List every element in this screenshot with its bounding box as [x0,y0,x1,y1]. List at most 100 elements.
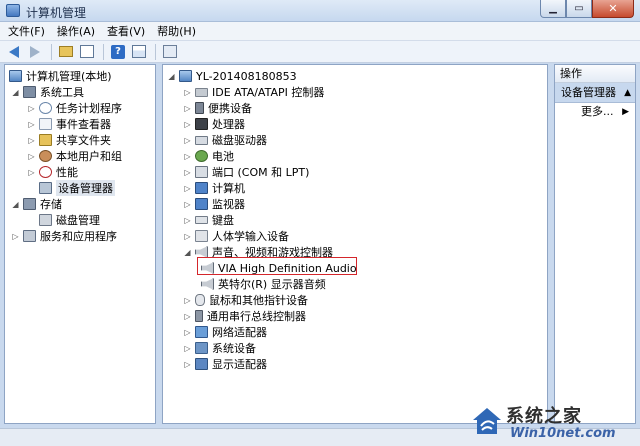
device-category[interactable]: ▷ 通用串行总线控制器 [183,308,306,324]
menu-action[interactable]: 操作(A) [57,23,95,39]
more-actions[interactable]: 更多... ▶ [555,103,635,121]
device-category[interactable]: ▷ 人体学输入设备 [183,228,289,244]
device-category-label: 便携设备 [208,102,252,115]
toolbar-separator [155,43,156,60]
tree-shared-folders[interactable]: ▷ 共享文件夹 [27,132,111,148]
device-category-label: 显示适配器 [212,358,267,371]
device-category[interactable]: ▷ 便携设备 [183,100,252,116]
device-category-label: 键盘 [212,214,234,227]
battery-icon [195,150,208,162]
help-button[interactable]: ? [110,44,126,60]
actions-pane: 操作 设备管理器 ▲ 更多... ▶ [554,64,636,424]
device-category[interactable]: ▷ 端口 (COM 和 LPT) [183,164,309,180]
tree-device-manager[interactable]: 设备管理器 [39,180,115,196]
expand-chevron-icon[interactable]: ▷ [11,232,20,241]
expand-chevron-icon[interactable]: ▷ [183,120,192,129]
computer-icon [179,70,192,82]
expand-chevron-icon[interactable]: ▷ [183,232,192,241]
expand-chevron-icon[interactable]: ▷ [183,184,192,193]
toolbar-separator [51,43,52,60]
expand-chevron-icon[interactable]: ▷ [27,120,36,129]
scan-hardware-button[interactable] [162,44,178,60]
expand-chevron-icon[interactable]: ▷ [27,136,36,145]
expand-chevron-icon[interactable]: ▷ [183,328,192,337]
tree-item-label: 磁盘管理 [56,214,100,227]
actions-section[interactable]: 设备管理器 ▲ [555,83,635,103]
tree-event-viewer[interactable]: ▷ 事件查看器 [27,116,111,132]
collapse-caret-icon[interactable]: ▲ [624,83,631,103]
expand-chevron-icon[interactable]: ▷ [183,360,192,369]
tree-local-users[interactable]: ▷ 本地用户和组 [27,148,122,164]
expand-chevron-icon[interactable]: ▷ [183,88,192,97]
device-category[interactable]: ▷ 鼠标和其他指针设备 [183,292,308,308]
tree-performance[interactable]: ▷ 性能 [27,164,78,180]
mouse-icon [195,294,205,306]
expand-chevron-icon[interactable]: ▷ [27,104,36,113]
collapse-chevron-icon[interactable]: ◢ [167,72,176,81]
display-adapter-icon [195,358,208,370]
device-category[interactable]: ▷ 处理器 [183,116,245,132]
event-log-icon [39,118,52,130]
expand-chevron-icon[interactable]: ▷ [183,312,192,321]
expand-chevron-icon[interactable]: ▷ [183,136,192,145]
forward-button[interactable] [27,44,43,60]
actions-section-label: 设备管理器 [561,86,616,99]
back-button[interactable] [6,44,22,60]
expand-chevron-icon[interactable]: ▷ [183,104,192,113]
tree-root[interactable]: 计算机管理(本地) [9,68,112,84]
device-category[interactable]: ▷ IDE ATA/ATAPI 控制器 [183,84,324,100]
more-actions-label: 更多... [581,105,614,118]
watermark-url: Win10net.com [510,426,616,441]
device-category[interactable]: ▷ 键盘 [183,212,234,228]
tree-storage[interactable]: ◢ 存储 [11,196,62,212]
device-category[interactable]: ▷ 显示适配器 [183,356,267,372]
expand-chevron-icon[interactable]: ▷ [183,216,192,225]
expand-chevron-icon[interactable]: ▷ [183,200,192,209]
show-hide-tree-button[interactable] [79,44,95,60]
menu-view[interactable]: 查看(V) [107,23,145,39]
maximize-button[interactable]: ▭ [566,0,592,18]
performance-icon [39,166,52,178]
computer-management-icon [9,70,22,82]
minimize-button[interactable]: ▁ [540,0,566,18]
device-category[interactable]: ▷ 系统设备 [183,340,256,356]
tree-disk-management[interactable]: 磁盘管理 [39,212,100,228]
expand-chevron-icon[interactable]: ▷ [183,344,192,353]
up-folder-button[interactable] [58,44,74,60]
menu-help[interactable]: 帮助(H) [157,23,196,39]
window-controls: ▁ ▭ ✕ [540,0,634,18]
expand-chevron-icon[interactable]: ▷ [183,168,192,177]
collapse-chevron-icon[interactable]: ◢ [11,200,20,209]
toolbar-separator [103,43,104,60]
device-intel-display-audio[interactable]: 英特尔(R) 显示器音频 [201,276,326,292]
console-tree-pane: 计算机管理(本地) ◢ 系统工具 ▷ 任务计划程序 ▷ 事件查看器 ▷ 共享文件… [4,64,156,424]
tree-item-label: 设备管理器 [56,180,115,196]
expand-chevron-icon[interactable]: ▷ [27,152,36,161]
expand-chevron-icon[interactable]: ▷ [183,152,192,161]
device-manager-icon [39,182,52,194]
tree-task-scheduler[interactable]: ▷ 任务计划程序 [27,100,122,116]
expand-chevron-icon[interactable]: ▷ [27,168,36,177]
device-category[interactable]: ▷ 计算机 [183,180,245,196]
device-category-label: 人体学输入设备 [212,230,289,243]
device-label: 英特尔(R) 显示器音频 [218,278,326,291]
collapse-chevron-icon[interactable]: ◢ [183,248,192,257]
expand-chevron-icon[interactable]: ▷ [183,296,192,305]
properties-button[interactable] [131,44,147,60]
device-category[interactable]: ▷ 监视器 [183,196,245,212]
menu-file[interactable]: 文件(F) [8,23,45,39]
tree-system-tools[interactable]: ◢ 系统工具 [11,84,84,100]
device-category-label: 电池 [212,150,234,163]
device-category[interactable]: ▷ 网络适配器 [183,324,267,340]
close-button[interactable]: ✕ [592,0,634,18]
tree-services-apps[interactable]: ▷ 服务和应用程序 [11,228,117,244]
collapse-chevron-icon[interactable]: ◢ [11,88,20,97]
scan-hardware-icon [163,45,177,58]
device-category-label: 鼠标和其他指针设备 [209,294,308,307]
watermark-title: 系统之家 [506,406,582,427]
disk-drive-icon [195,135,208,145]
device-category[interactable]: ▷ 电池 [183,148,234,164]
device-computer-root[interactable]: ◢ YL-201408180853 [167,68,296,84]
device-category[interactable]: ▷ 磁盘驱动器 [183,132,267,148]
device-category-label: 系统设备 [212,342,256,355]
